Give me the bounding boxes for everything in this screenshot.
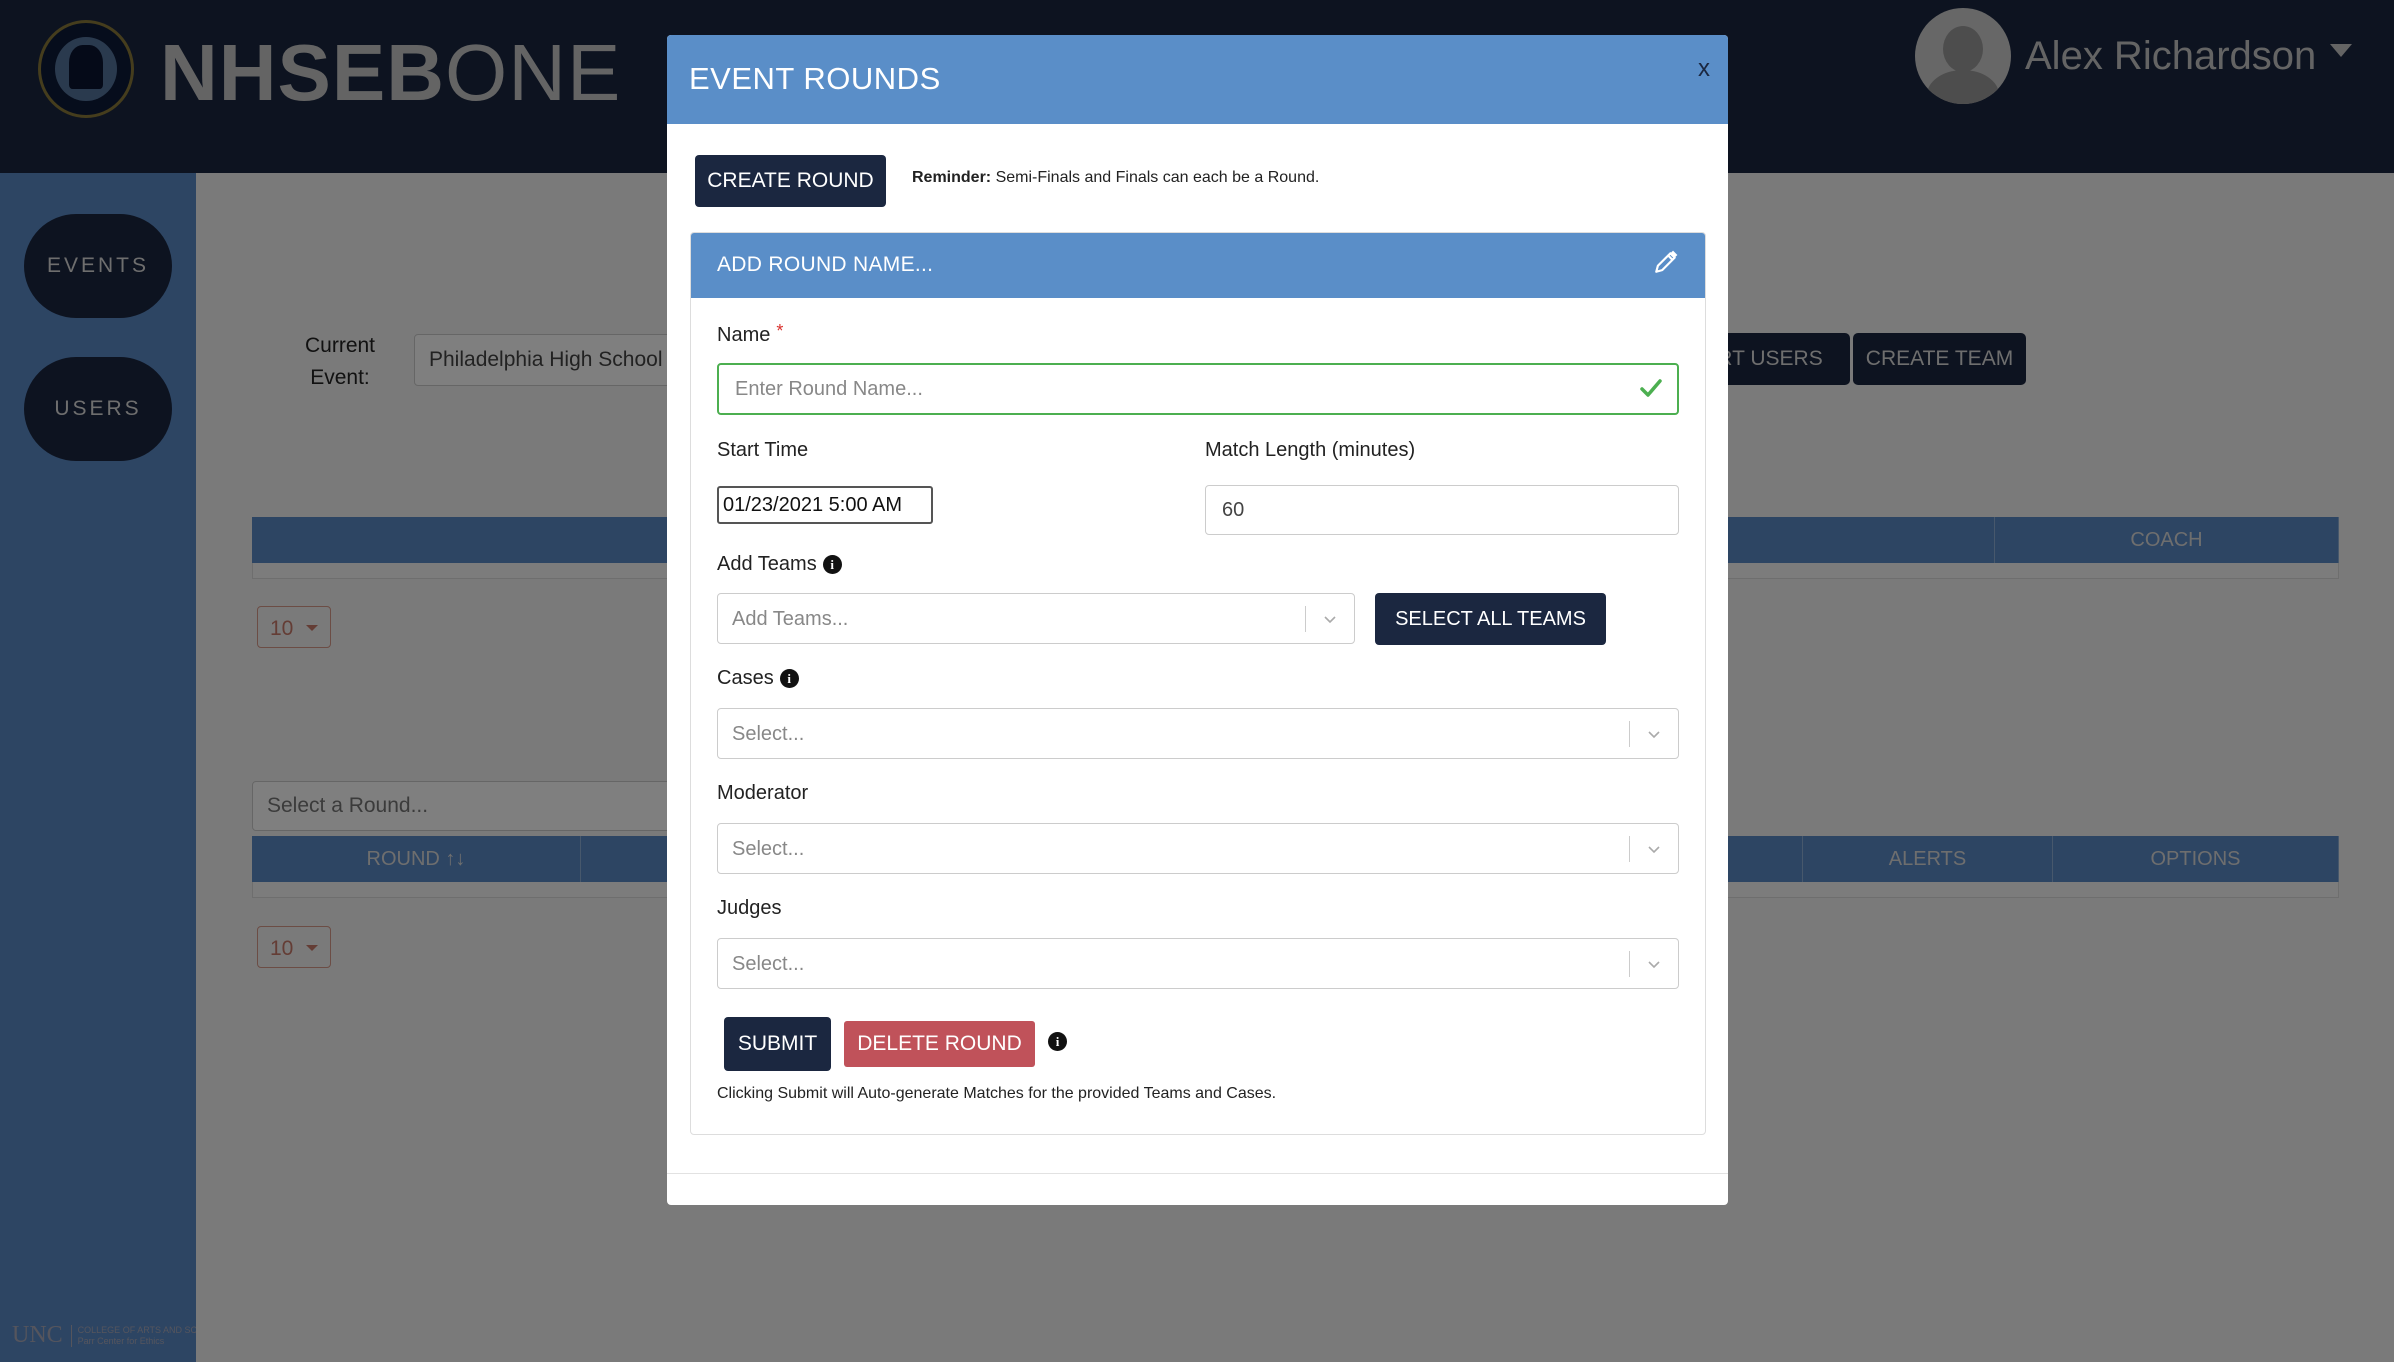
info-icon[interactable]: i bbox=[822, 555, 842, 574]
required-asterisk: * bbox=[776, 321, 784, 341]
judges-select[interactable]: Select... bbox=[717, 938, 1679, 989]
moderator-label: Moderator bbox=[717, 782, 809, 804]
start-time-input[interactable] bbox=[717, 486, 933, 524]
delete-round-button[interactable]: DELETE ROUND bbox=[844, 1021, 1035, 1067]
select-separator bbox=[1629, 836, 1630, 862]
submit-helper-text: Clicking Submit will Auto-generate Match… bbox=[717, 1085, 1277, 1102]
add-teams-placeholder: Add Teams... bbox=[732, 608, 849, 630]
start-time-label: Start Time bbox=[717, 439, 809, 461]
info-icon[interactable]: i bbox=[1048, 1032, 1067, 1051]
judges-label: Judges bbox=[717, 897, 782, 919]
select-separator bbox=[1629, 721, 1630, 747]
modal-footer-divider bbox=[667, 1173, 1728, 1174]
moderator-select[interactable]: Select... bbox=[717, 823, 1679, 874]
round-form-panel: ADD ROUND NAME... Name* Start Time Match… bbox=[690, 232, 1706, 1135]
chevron-down-icon[interactable] bbox=[1320, 609, 1340, 629]
event-rounds-modal: EVENT ROUNDS x CREATE ROUND Reminder: Se… bbox=[667, 35, 1728, 1205]
cases-select[interactable]: Select... bbox=[717, 708, 1679, 759]
chevron-down-icon[interactable] bbox=[1644, 724, 1664, 744]
cases-placeholder: Select... bbox=[732, 723, 805, 745]
select-all-teams-button[interactable]: SELECT ALL TEAMS bbox=[1375, 593, 1606, 645]
select-separator bbox=[1629, 951, 1630, 977]
reminder-text: Reminder: Semi-Finals and Finals can eac… bbox=[912, 169, 1319, 187]
name-label: Name * bbox=[717, 321, 784, 347]
moderator-placeholder: Select... bbox=[732, 838, 805, 860]
create-round-button[interactable]: CREATE ROUND bbox=[695, 155, 886, 207]
add-teams-select[interactable]: Add Teams... bbox=[717, 593, 1355, 644]
add-teams-label: Add Teams i bbox=[717, 553, 842, 576]
select-separator bbox=[1305, 606, 1306, 632]
close-icon[interactable]: x bbox=[1698, 55, 1710, 83]
match-length-input[interactable] bbox=[1205, 485, 1679, 535]
modal-header: EVENT ROUNDS x bbox=[667, 35, 1728, 124]
cases-label: Cases i bbox=[717, 667, 799, 690]
info-icon[interactable]: i bbox=[779, 669, 799, 688]
valid-checkmark-icon bbox=[1640, 379, 1662, 397]
submit-button[interactable]: SUBMIT bbox=[724, 1017, 831, 1071]
judges-placeholder: Select... bbox=[732, 953, 805, 975]
reminder-label: Reminder: bbox=[912, 169, 992, 186]
modal-title: EVENT ROUNDS bbox=[689, 61, 941, 96]
chevron-down-icon[interactable] bbox=[1644, 839, 1664, 859]
round-name-input[interactable] bbox=[717, 363, 1679, 415]
chevron-down-icon[interactable] bbox=[1644, 954, 1664, 974]
name-label-text: Name bbox=[717, 324, 771, 346]
cases-label-text: Cases bbox=[717, 667, 774, 689]
match-length-label: Match Length (minutes) bbox=[1205, 439, 1416, 461]
reminder-body: Semi-Finals and Finals can each be a Rou… bbox=[991, 169, 1320, 186]
pencil-edit-icon[interactable] bbox=[1653, 249, 1679, 275]
add-teams-label-text: Add Teams bbox=[717, 553, 817, 575]
round-panel-title: ADD ROUND NAME... bbox=[717, 253, 934, 276]
round-panel-header: ADD ROUND NAME... bbox=[691, 233, 1705, 298]
